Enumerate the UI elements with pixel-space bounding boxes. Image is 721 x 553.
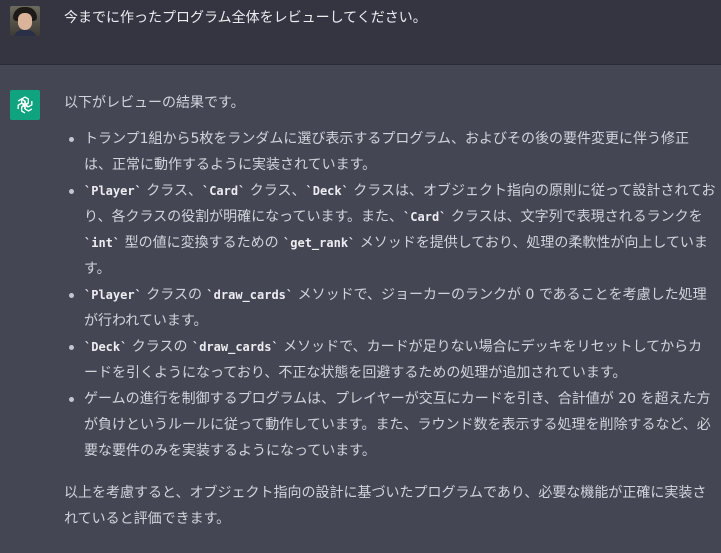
inline-code: `Card` — [201, 184, 246, 198]
list-item-text: トランプ1組から5枚をランダムに選び表示するプログラム、およびその後の要件変更に… — [84, 131, 689, 173]
inline-code: `get_rank` — [283, 236, 356, 250]
text-segment: クラスの — [127, 339, 192, 355]
inline-code: `draw_cards` — [206, 288, 294, 302]
list-item-text: `Deck` クラスの `draw_cards` メソッドで、カードが足りない場… — [84, 339, 702, 381]
review-conclusion: 以上を考慮すると、オブジェクト指向の設計に基づいたプログラムであり、必要な機能が… — [64, 485, 707, 527]
text-segment: ゲームの進行を制御するプログラムは、プレイヤーが交互にカードを引き、合計値が 2… — [84, 391, 711, 459]
bullet-dot — [69, 137, 74, 142]
text-segment: クラス、 — [141, 183, 202, 199]
bullet-dot — [69, 293, 74, 298]
list-item: `Player` クラスの `draw_cards` メソッドで、ジョーカーのラ… — [64, 282, 716, 334]
list-item-text: `Player` クラスの `draw_cards` メソッドで、ジョーカーのラ… — [84, 287, 707, 329]
review-intro: 以下がレビューの結果です。 — [64, 95, 245, 111]
user-message-row: 今までに作ったプログラム全体をレビューしてください。 — [0, 0, 721, 65]
bullet-dot — [69, 397, 74, 402]
bullet-dot — [69, 189, 74, 194]
review-points-list: トランプ1組から5枚をランダムに選び表示するプログラム、およびその後の要件変更に… — [64, 126, 716, 464]
inline-code: `int` — [84, 236, 121, 250]
user-message-text: 今までに作ったプログラム全体をレビューしてください。 — [64, 10, 427, 26]
openai-logo-icon — [10, 90, 40, 120]
text-segment: トランプ1組から5枚をランダムに選び表示するプログラム、およびその後の要件変更に… — [84, 131, 689, 173]
assistant-message-row: 以下がレビューの結果です。 トランプ1組から5枚をランダムに選び表示するプログラ… — [0, 66, 721, 553]
bullet-dot — [69, 345, 74, 350]
text-segment: クラスの — [141, 287, 207, 303]
list-item-text: ゲームの進行を制御するプログラムは、プレイヤーが交互にカードを引き、合計値が 2… — [84, 391, 711, 459]
inline-code: `Player` — [84, 288, 142, 302]
inline-code: `draw_cards` — [191, 340, 279, 354]
text-segment: クラス、 — [245, 183, 306, 199]
inline-code: `Player` — [84, 184, 142, 198]
text-segment: クラスは、文字列で表現されるランクを — [446, 209, 703, 225]
list-item: ゲームの進行を制御するプログラムは、プレイヤーが交互にカードを引き、合計値が 2… — [64, 386, 716, 464]
inline-code: `Deck` — [305, 184, 349, 198]
list-item-text: `Player` クラス、`Card` クラス、`Deck` クラスは、オブジェ… — [84, 183, 716, 277]
list-item: `Deck` クラスの `draw_cards` メソッドで、カードが足りない場… — [64, 334, 716, 386]
list-item: `Player` クラス、`Card` クラス、`Deck` クラスは、オブジェ… — [64, 178, 716, 282]
user-avatar — [10, 6, 40, 36]
list-item: トランプ1組から5枚をランダムに選び表示するプログラム、およびその後の要件変更に… — [64, 126, 716, 178]
text-segment: 型の値に変換するための — [120, 235, 284, 251]
inline-code: `Card` — [403, 210, 447, 224]
inline-code: `Deck` — [84, 340, 128, 354]
assistant-message-content: 以下がレビューの結果です。 トランプ1組から5枚をランダムに選び表示するプログラ… — [64, 90, 716, 532]
